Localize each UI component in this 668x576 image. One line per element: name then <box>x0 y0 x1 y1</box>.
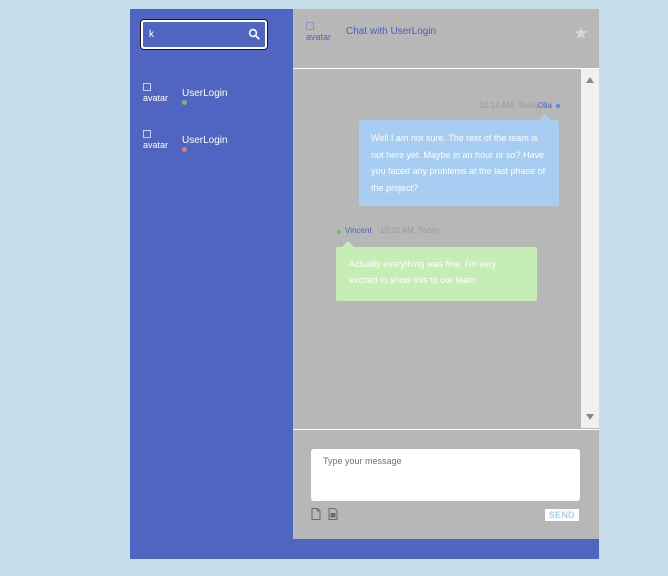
status-offline-dot <box>182 147 187 152</box>
star-icon[interactable] <box>574 26 588 40</box>
compose-area: SEND <box>293 429 599 540</box>
person-item[interactable]: avatar UserLogin <box>143 83 291 113</box>
message-author: Olia <box>537 101 552 110</box>
chat-avatar: avatar <box>306 22 338 46</box>
chat-header: avatar Chat with UserLogin <box>293 9 599 69</box>
other-message-bubble: Actually everything was fine. I'm very e… <box>336 241 537 301</box>
messages-scrollbar[interactable] <box>581 69 599 428</box>
chat-app: avatar UserLogin avatar UserLogin avatar… <box>130 9 599 559</box>
message-time: 10:20 AM, Today <box>380 226 440 235</box>
status-online-dot <box>182 100 187 105</box>
message-input[interactable] <box>311 449 580 501</box>
chat-title: Chat with UserLogin <box>346 26 437 37</box>
file-icon[interactable] <box>311 508 321 520</box>
send-button[interactable]: SEND <box>544 509 579 521</box>
message-time: 10:14 AM, Today <box>479 101 539 110</box>
author-status-dot <box>337 230 341 234</box>
image-icon[interactable] <box>328 508 338 520</box>
avatar: avatar <box>143 130 173 156</box>
chat-panel: avatar Chat with UserLogin 10:14 AM, Tod… <box>293 9 599 539</box>
message-history: 10:14 AM, Today Olia Well I am not sure.… <box>293 69 581 428</box>
author-status-dot <box>556 104 560 108</box>
avatar: avatar <box>143 83 173 109</box>
my-message-bubble: Well I am not sure. The rest of the team… <box>359 114 559 206</box>
person-item[interactable]: avatar UserLogin <box>143 130 291 160</box>
people-list: avatar UserLogin avatar UserLogin <box>130 9 293 559</box>
search-icon[interactable] <box>248 28 260 40</box>
person-name: UserLogin <box>182 88 228 99</box>
scroll-up-arrow[interactable] <box>586 77 594 83</box>
person-name: UserLogin <box>182 135 228 146</box>
search-input[interactable] <box>149 26 243 42</box>
scroll-down-arrow[interactable] <box>586 414 594 420</box>
search-box[interactable] <box>141 20 267 49</box>
message-author: Vincent <box>345 226 372 235</box>
